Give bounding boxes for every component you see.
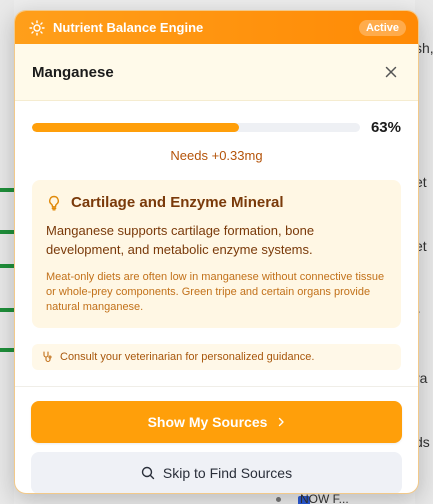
stethoscope-icon	[41, 351, 53, 363]
info-card: Cartilage and Enzyme Mineral Manganese s…	[32, 180, 401, 328]
consult-note: Consult your veterinarian for personaliz…	[32, 344, 401, 370]
modal-header: Manganese	[15, 44, 418, 101]
show-my-sources-button[interactable]: Show My Sources	[31, 401, 402, 443]
progress-bar	[32, 123, 360, 132]
skip-to-find-sources-label: Skip to Find Sources	[162, 465, 293, 481]
needs-text: Needs +0.33mg	[170, 148, 263, 163]
background-green-marker	[0, 348, 14, 352]
consult-text: Consult your veterinarian for personaliz…	[60, 351, 315, 363]
page-title: Manganese	[32, 63, 114, 81]
engine-status-bar: Nutrient Balance Engine Active	[15, 11, 418, 44]
chevron-right-icon	[277, 417, 285, 427]
close-button[interactable]	[382, 63, 400, 81]
nutrient-modal: Nutrient Balance Engine Active Manganese…	[14, 10, 419, 494]
background-green-marker	[0, 264, 14, 268]
background-green-marker	[0, 230, 14, 234]
info-sub-text: Meat-only diets are often low in mangane…	[46, 271, 385, 313]
progress-row: 63%	[15, 119, 418, 136]
close-icon	[385, 66, 397, 78]
background-green-marker	[0, 188, 14, 192]
background-left-panel	[0, 0, 14, 504]
skip-to-find-sources-button[interactable]: Skip to Find Sources	[31, 452, 402, 493]
engine-title: Nutrient Balance Engine	[53, 20, 204, 35]
progress-percent: 63%	[370, 119, 401, 136]
info-heading: Cartilage and Enzyme Mineral	[46, 194, 387, 211]
show-my-sources-label: Show My Sources	[147, 414, 268, 430]
progress-fill	[32, 123, 239, 132]
divider	[15, 386, 418, 387]
sun-icon	[29, 19, 45, 36]
background-green-marker	[0, 308, 14, 312]
info-title: Cartilage and Enzyme Mineral	[71, 194, 284, 211]
search-icon	[141, 466, 155, 480]
info-main-text: Manganese supports cartilage formation, …	[46, 223, 315, 257]
lightbulb-icon	[46, 195, 62, 211]
status-badge: Active	[358, 19, 406, 36]
